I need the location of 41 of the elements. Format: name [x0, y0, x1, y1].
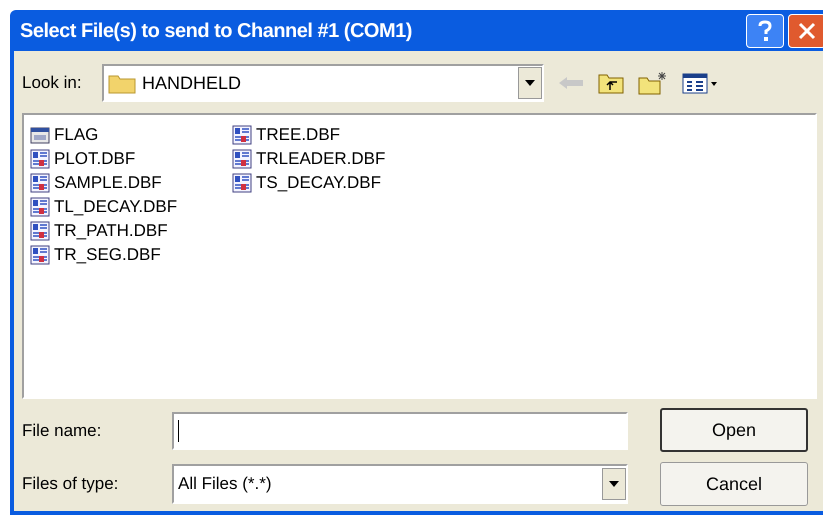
file-item[interactable]: TL_DECAY.DBF	[54, 194, 178, 220]
table-file-icon	[30, 149, 50, 169]
file-type-value: All Files (*.*)	[178, 473, 272, 496]
table-file-icon	[30, 173, 50, 193]
folder-up-icon[interactable]	[598, 72, 624, 94]
file-item[interactable]: TREE.DBF	[256, 122, 340, 148]
file-item[interactable]: FLAG	[54, 122, 98, 148]
view-menu-icon[interactable]	[682, 72, 718, 94]
caret-icon	[525, 80, 535, 86]
file-item[interactable]: PLOT.DBF	[54, 146, 136, 172]
table-file-icon	[30, 221, 50, 241]
open-button[interactable]: Open	[660, 408, 808, 452]
file-item[interactable]: TR_PATH.DBF	[54, 218, 168, 244]
cancel-button[interactable]: Cancel	[660, 462, 808, 506]
dropdown-button[interactable]	[602, 468, 626, 500]
file-type-label: Files of type:	[22, 473, 120, 496]
file-item[interactable]: TS_DECAY.DBF	[256, 170, 382, 196]
file-name-label: File name:	[22, 420, 102, 442]
file-item[interactable]: TRLEADER.DBF	[256, 146, 386, 172]
look-in-label: Look in:	[22, 72, 83, 94]
file-item[interactable]: TR_SEG.DBF	[54, 242, 161, 268]
text-cursor	[178, 420, 179, 442]
table-file-icon	[30, 197, 50, 217]
table-file-icon	[232, 125, 252, 145]
dropdown-button[interactable]	[518, 67, 542, 99]
window-title: Select File(s) to send to Channel #1 (COM1)	[20, 18, 412, 44]
new-folder-icon[interactable]	[638, 71, 668, 95]
file-item[interactable]: SAMPLE.DBF	[54, 170, 162, 196]
help-button[interactable]	[746, 14, 784, 48]
table-file-icon	[30, 245, 50, 265]
look-in-dropdown[interactable]: HANDHELD	[102, 64, 544, 102]
caret-icon	[609, 481, 619, 487]
close-icon	[798, 22, 816, 40]
window-file-icon	[30, 125, 50, 145]
help-icon	[757, 20, 773, 42]
file-name-field[interactable]	[172, 412, 628, 450]
file-type-dropdown[interactable]: All Files (*.*)	[172, 464, 628, 504]
close-button[interactable]	[788, 14, 823, 48]
table-file-icon	[232, 173, 252, 193]
table-file-icon	[232, 149, 252, 169]
look-in-value: HANDHELD	[142, 72, 242, 94]
